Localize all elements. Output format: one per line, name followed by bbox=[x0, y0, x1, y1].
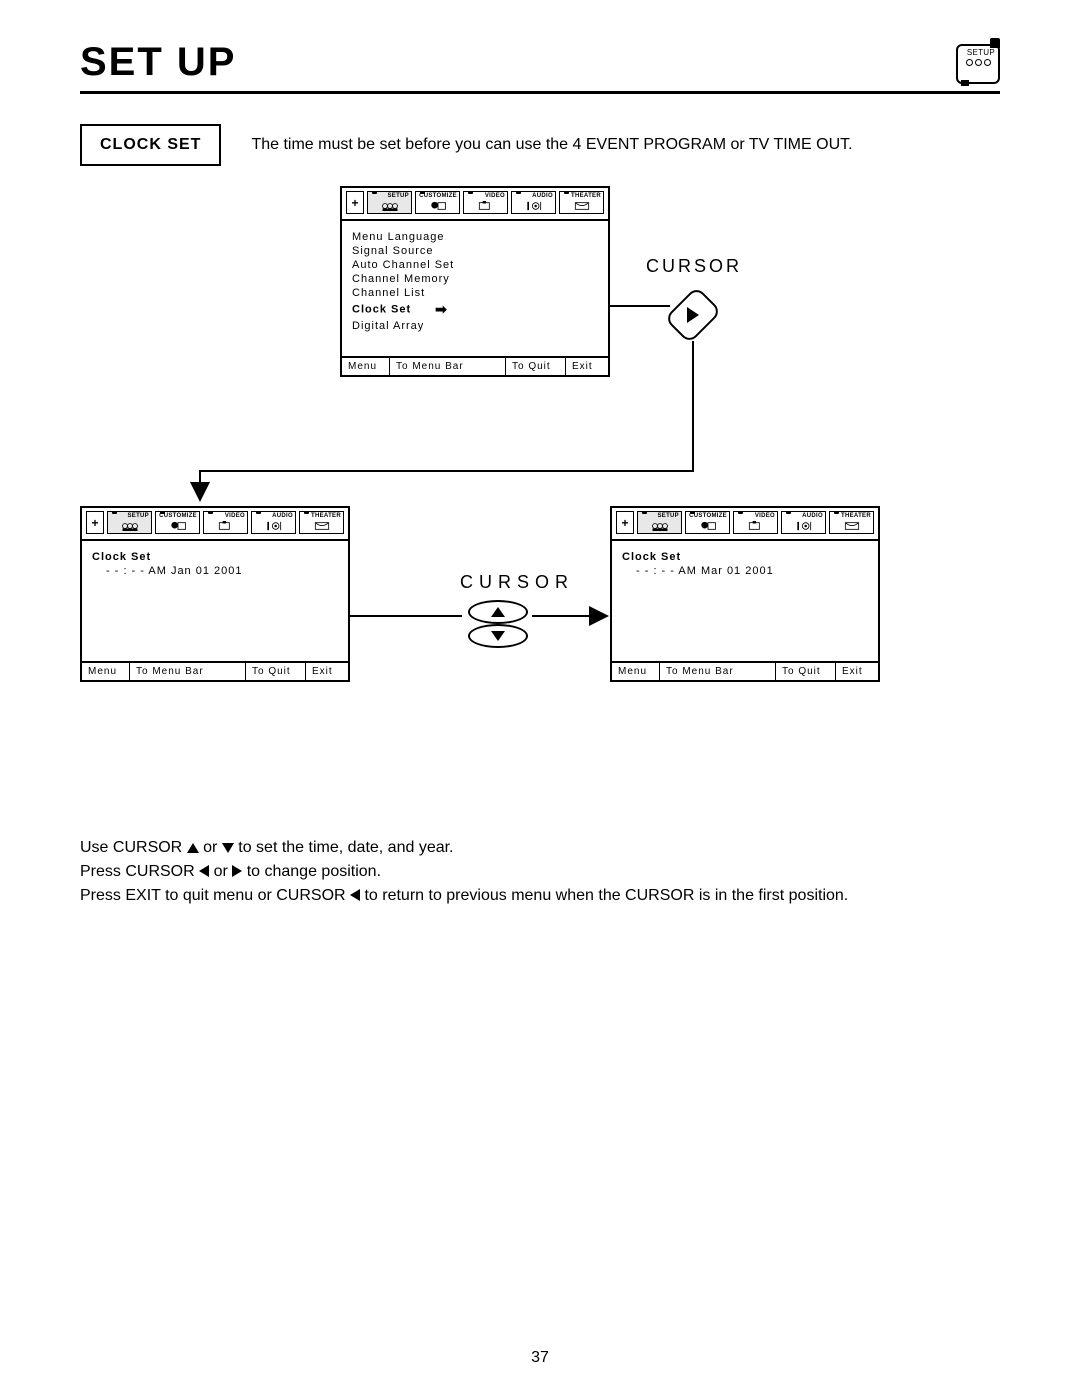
cursor-right-button-icon bbox=[664, 286, 722, 344]
menu-item-clock-set: Clock Set➡ bbox=[352, 301, 598, 318]
osd-menubar: + SETUP CUSTOMIZE VIDEO AUDIO THEATER bbox=[82, 508, 348, 541]
osd-footer: Menu To Menu Bar To Quit Exit bbox=[342, 356, 608, 375]
clock-set-title: Clock Set bbox=[92, 551, 338, 563]
clock-set-title: Clock Set bbox=[622, 551, 868, 563]
setup-badge-icon: SETUP bbox=[956, 44, 1000, 84]
menubar-tab-customize: CUSTOMIZE bbox=[415, 191, 460, 214]
submenu-arrow-icon: ➡ bbox=[435, 301, 448, 318]
footer-menu: Menu bbox=[612, 663, 660, 680]
osd-footer: Menu To Menu Bar To Quit Exit bbox=[612, 661, 878, 680]
footer-to-menu-bar: To Menu Bar bbox=[390, 358, 506, 375]
footer-to-menu-bar: To Menu Bar bbox=[660, 663, 776, 680]
menubar-tab-video: VIDEO bbox=[203, 511, 248, 534]
osd-screen-setup-menu: + SETUP CUSTOMIZE VIDEO bbox=[340, 186, 610, 377]
menubar-plus-icon: + bbox=[346, 191, 364, 214]
cursor-label-right: CURSOR bbox=[646, 256, 742, 277]
footer-to-quit: To Quit bbox=[506, 358, 566, 375]
menubar-tab-theater: THEATER bbox=[559, 191, 604, 214]
footer-to-menu-bar: To Menu Bar bbox=[130, 663, 246, 680]
instructions-block: Use CURSOR or to set the time, date, and… bbox=[80, 836, 1000, 908]
menubar-tab-theater: THEATER bbox=[299, 511, 344, 534]
triangle-down-icon bbox=[222, 843, 234, 853]
triangle-left-icon bbox=[350, 889, 360, 901]
footer-to-quit: To Quit bbox=[246, 663, 306, 680]
menubar-tab-setup: SETUP bbox=[637, 511, 682, 534]
clock-set-description: The time must be set before you can use … bbox=[251, 136, 852, 154]
flow-diagram: + SETUP CUSTOMIZE VIDEO bbox=[80, 186, 1000, 826]
cursor-label-updown: CURSOR bbox=[460, 572, 574, 593]
menu-item-channel-list: Channel List bbox=[352, 287, 598, 299]
footer-exit: Exit bbox=[836, 663, 878, 680]
instruction-line-1: Use CURSOR or to set the time, date, and… bbox=[80, 836, 1000, 860]
footer-menu: Menu bbox=[342, 358, 390, 375]
footer-menu: Menu bbox=[82, 663, 130, 680]
clock-set-value: - - : - - AM Mar 01 2001 bbox=[622, 565, 868, 577]
footer-to-quit: To Quit bbox=[776, 663, 836, 680]
menubar-tab-customize: CUSTOMIZE bbox=[685, 511, 730, 534]
cursor-down-button-icon bbox=[468, 624, 528, 648]
instruction-line-2: Press CURSOR or to change position. bbox=[80, 860, 1000, 884]
osd-menubar: + SETUP CUSTOMIZE VIDEO bbox=[342, 188, 608, 221]
osd-footer: Menu To Menu Bar To Quit Exit bbox=[82, 661, 348, 680]
menu-item-digital-array: Digital Array bbox=[352, 320, 598, 332]
osd-menubar: + SETUP CUSTOMIZE VIDEO AUDIO THEATER bbox=[612, 508, 878, 541]
menubar-tab-audio: AUDIO bbox=[251, 511, 296, 534]
title-rule bbox=[80, 91, 1000, 94]
menubar-tab-video: VIDEO bbox=[733, 511, 778, 534]
menubar-plus-icon: + bbox=[86, 511, 104, 534]
page-number: 37 bbox=[531, 1349, 549, 1367]
page-title: SET UP bbox=[80, 40, 236, 85]
menubar-tab-setup: SETUP bbox=[367, 191, 412, 214]
triangle-up-icon bbox=[187, 843, 199, 853]
menu-item-menu-language: Menu Language bbox=[352, 231, 598, 243]
menu-item-signal-source: Signal Source bbox=[352, 245, 598, 257]
menubar-tab-video: VIDEO bbox=[463, 191, 508, 214]
footer-exit: Exit bbox=[566, 358, 608, 375]
triangle-right-icon bbox=[232, 865, 242, 877]
cursor-up-button-icon bbox=[468, 600, 528, 624]
footer-exit: Exit bbox=[306, 663, 348, 680]
menubar-tab-theater: THEATER bbox=[829, 511, 874, 534]
osd-screen-clock-set-jan: + SETUP CUSTOMIZE VIDEO AUDIO THEATER Cl… bbox=[80, 506, 350, 682]
menu-item-auto-channel-set: Auto Channel Set bbox=[352, 259, 598, 271]
clock-set-value: - - : - - AM Jan 01 2001 bbox=[92, 565, 338, 577]
instruction-line-3: Press EXIT to quit menu or CURSOR to ret… bbox=[80, 884, 1000, 908]
clock-set-heading-box: CLOCK SET bbox=[80, 124, 221, 166]
menubar-tab-customize: CUSTOMIZE bbox=[155, 511, 200, 534]
menu-item-channel-memory: Channel Memory bbox=[352, 273, 598, 285]
menubar-plus-icon: + bbox=[616, 511, 634, 534]
osd-screen-clock-set-mar: + SETUP CUSTOMIZE VIDEO AUDIO THEATER Cl… bbox=[610, 506, 880, 682]
menubar-tab-setup: SETUP bbox=[107, 511, 152, 534]
menubar-tab-audio: AUDIO bbox=[511, 191, 556, 214]
menubar-tab-audio: AUDIO bbox=[781, 511, 826, 534]
triangle-left-icon bbox=[199, 865, 209, 877]
